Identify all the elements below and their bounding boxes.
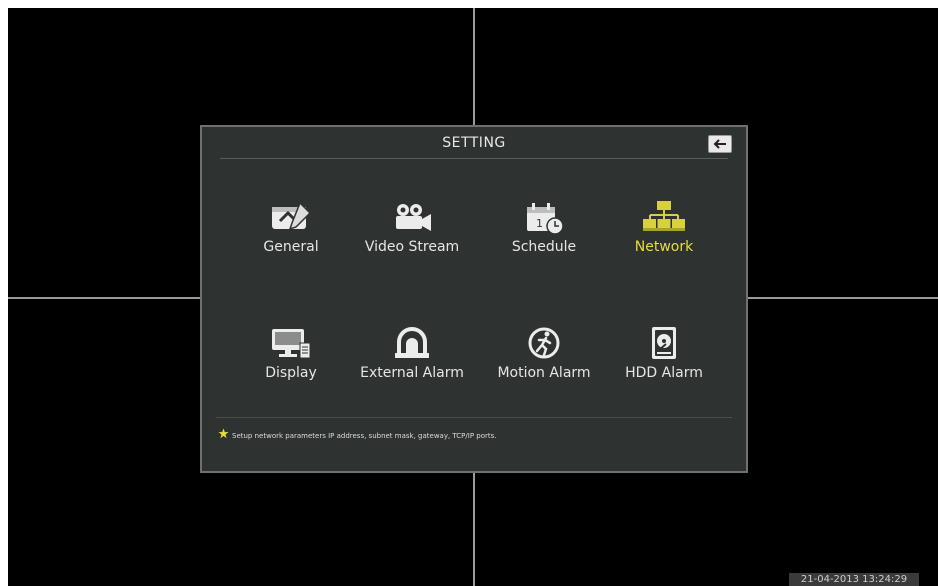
menu-item-label: Video Stream xyxy=(364,239,460,255)
video-camera-icon xyxy=(396,204,431,231)
menu-item-display[interactable]: Display xyxy=(226,325,356,381)
menu-item-label: External Alarm xyxy=(360,365,464,381)
menu-item-external-alarm[interactable]: External Alarm xyxy=(347,325,477,381)
menu-item-motion-alarm[interactable]: Motion Alarm xyxy=(479,325,609,381)
menu-item-network[interactable]: Network xyxy=(599,199,729,255)
menu-item-label: General xyxy=(263,239,319,255)
alarm-siren-icon xyxy=(395,327,429,358)
back-button[interactable] xyxy=(708,135,732,153)
datetime-display: 21-04-2013 13:24:29 xyxy=(789,573,919,586)
menu-item-schedule[interactable]: 1 Schedule xyxy=(479,199,609,255)
menu-item-label: Schedule xyxy=(511,239,577,255)
menu-item-label: Motion Alarm xyxy=(497,365,591,381)
menu-item-label: Display xyxy=(265,365,317,381)
menu-item-video-stream[interactable]: Video Stream xyxy=(347,199,477,255)
general-settings-icon xyxy=(272,201,312,231)
monitor-icon xyxy=(272,329,311,359)
hint-divider xyxy=(216,417,732,418)
title-divider xyxy=(220,158,728,159)
dialog-title: SETTING xyxy=(442,135,506,151)
running-man-icon xyxy=(528,327,560,359)
calendar-clock-icon: 1 xyxy=(527,203,564,235)
back-arrow-icon xyxy=(713,139,726,149)
menu-item-hdd-alarm[interactable]: HDD Alarm xyxy=(599,325,729,381)
star-icon xyxy=(218,428,229,439)
menu-item-general[interactable]: General xyxy=(226,199,356,255)
hard-disk-icon xyxy=(652,327,676,359)
menu-item-label: HDD Alarm xyxy=(625,365,703,381)
menu-item-label: Network xyxy=(634,239,694,255)
settings-dialog: SETTING General Video Stream 1 Schedule … xyxy=(200,125,748,473)
hint-text: Setup network parameters IP address, sub… xyxy=(232,432,497,440)
camera-grid: SETTING General Video Stream 1 Schedule … xyxy=(8,8,938,586)
network-tree-icon xyxy=(643,201,685,231)
svg-text:1: 1 xyxy=(536,217,543,230)
